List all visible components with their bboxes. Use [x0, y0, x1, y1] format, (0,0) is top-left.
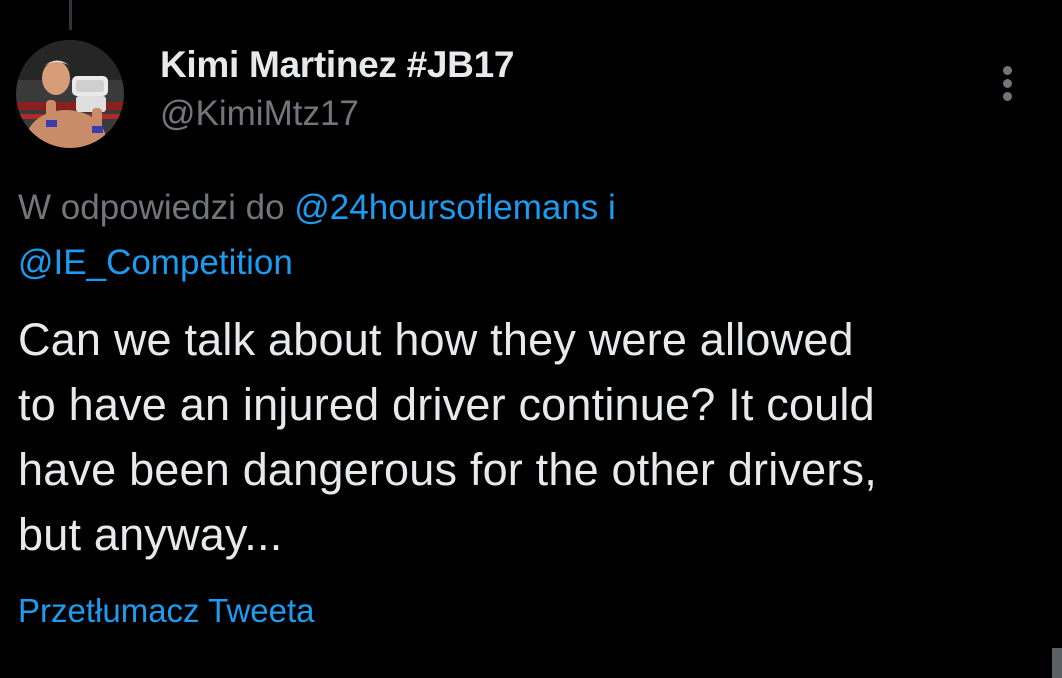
reply-context: W odpowiedzi do @24hoursoflemans i @IE_C… [18, 180, 1018, 290]
author-name[interactable]: Kimi Martinez #JB17 [160, 44, 514, 86]
reply-prefix: W odpowiedzi do [18, 188, 295, 227]
mention-link-ie-competition[interactable]: @IE_Competition [18, 243, 293, 282]
translate-tweet-link[interactable]: Przetłumacz Tweeta [18, 592, 315, 630]
thread-connector-line [69, 0, 72, 30]
tweet-text-line: have been dangerous for the other driver… [18, 444, 877, 495]
profile-photo [16, 40, 124, 148]
avatar[interactable] [16, 40, 124, 148]
author-handle[interactable]: @KimiMtz17 [160, 94, 359, 134]
tweet-text-line: but anyway... [18, 509, 283, 560]
tweet-text-line: to have an injured driver continue? It c… [18, 379, 875, 430]
mention-joiner: i [598, 188, 616, 227]
more-vertical-icon[interactable] [996, 62, 1020, 104]
scrollbar-thumb[interactable] [1052, 648, 1062, 678]
tweet-text: Can we talk about how they were allowed … [18, 307, 1028, 567]
tweet-text-line: Can we talk about how they were allowed [18, 314, 854, 365]
mention-link-24hoursoflemans[interactable]: @24hoursoflemans [294, 188, 598, 227]
